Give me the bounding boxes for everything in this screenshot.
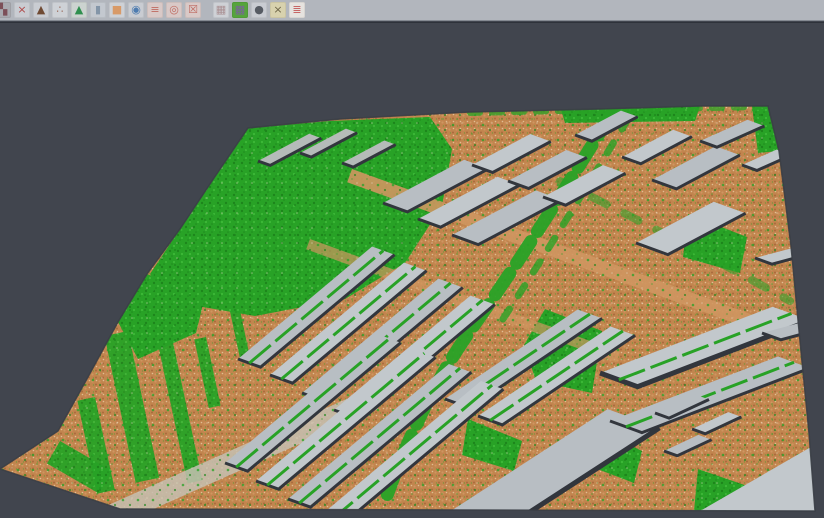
- mesh-surface-icon-glyph: ▲: [75, 2, 83, 18]
- main-toolbar: ▚ × ▲ ∴ ▲ ▮ ■ ◉ ≡ ◎ ☒ ▦ ▦ ● × ≣: [0, 0, 824, 21]
- side-panel-icon-glyph: ▮: [95, 2, 101, 18]
- striped-rows-icon[interactable]: ≣: [289, 2, 305, 18]
- checker-texture-icon-glyph: ▦: [216, 2, 226, 18]
- segment-cloud-icon-glyph: ▚: [0, 2, 7, 18]
- sparse-points-icon-glyph: ∴: [57, 2, 64, 18]
- segment-cloud-icon[interactable]: ▚: [0, 2, 11, 18]
- dark-sphere-icon[interactable]: ●: [251, 2, 267, 18]
- annotation-board-icon[interactable]: ×: [270, 2, 286, 18]
- crop-region-icon-glyph: ☒: [188, 2, 198, 18]
- orbit-navigation-icon-glyph: ◉: [131, 2, 141, 18]
- orbit-navigation-icon[interactable]: ◉: [128, 2, 144, 18]
- side-panel-icon[interactable]: ▮: [90, 2, 106, 18]
- dem-terrain-icon-glyph: ▲: [37, 2, 45, 18]
- ring-selection-icon[interactable]: ◎: [166, 2, 182, 18]
- checker-texture-icon[interactable]: ▦: [213, 2, 229, 18]
- texture-orthophoto-icon-glyph: ■: [112, 2, 122, 18]
- classification-colors-icon-glyph: ▦: [235, 2, 245, 18]
- striped-rows-icon-glyph: ≣: [292, 2, 301, 18]
- align-markers-icon-glyph: ×: [17, 2, 26, 18]
- point-cloud-scene: [0, 23, 824, 518]
- application-window: ▚ × ▲ ∴ ▲ ▮ ■ ◉ ≡ ◎ ☒ ▦ ▦ ● × ≣: [0, 0, 824, 517]
- dark-sphere-icon-glyph: ●: [254, 2, 264, 18]
- sparse-points-icon[interactable]: ∴: [52, 2, 68, 18]
- layers-list-icon[interactable]: ≡: [147, 2, 163, 18]
- align-markers-icon[interactable]: ×: [14, 2, 30, 18]
- layers-list-icon-glyph: ≡: [150, 2, 159, 18]
- texture-orthophoto-icon[interactable]: ■: [109, 2, 125, 18]
- mesh-surface-icon[interactable]: ▲: [71, 2, 87, 18]
- annotation-board-icon-glyph: ×: [273, 2, 282, 18]
- classification-colors-icon[interactable]: ▦: [232, 2, 248, 18]
- ring-selection-icon-glyph: ◎: [169, 2, 179, 18]
- crop-region-icon[interactable]: ☒: [185, 2, 201, 18]
- 3d-viewport[interactable]: [0, 22, 824, 518]
- dem-terrain-icon[interactable]: ▲: [33, 2, 49, 18]
